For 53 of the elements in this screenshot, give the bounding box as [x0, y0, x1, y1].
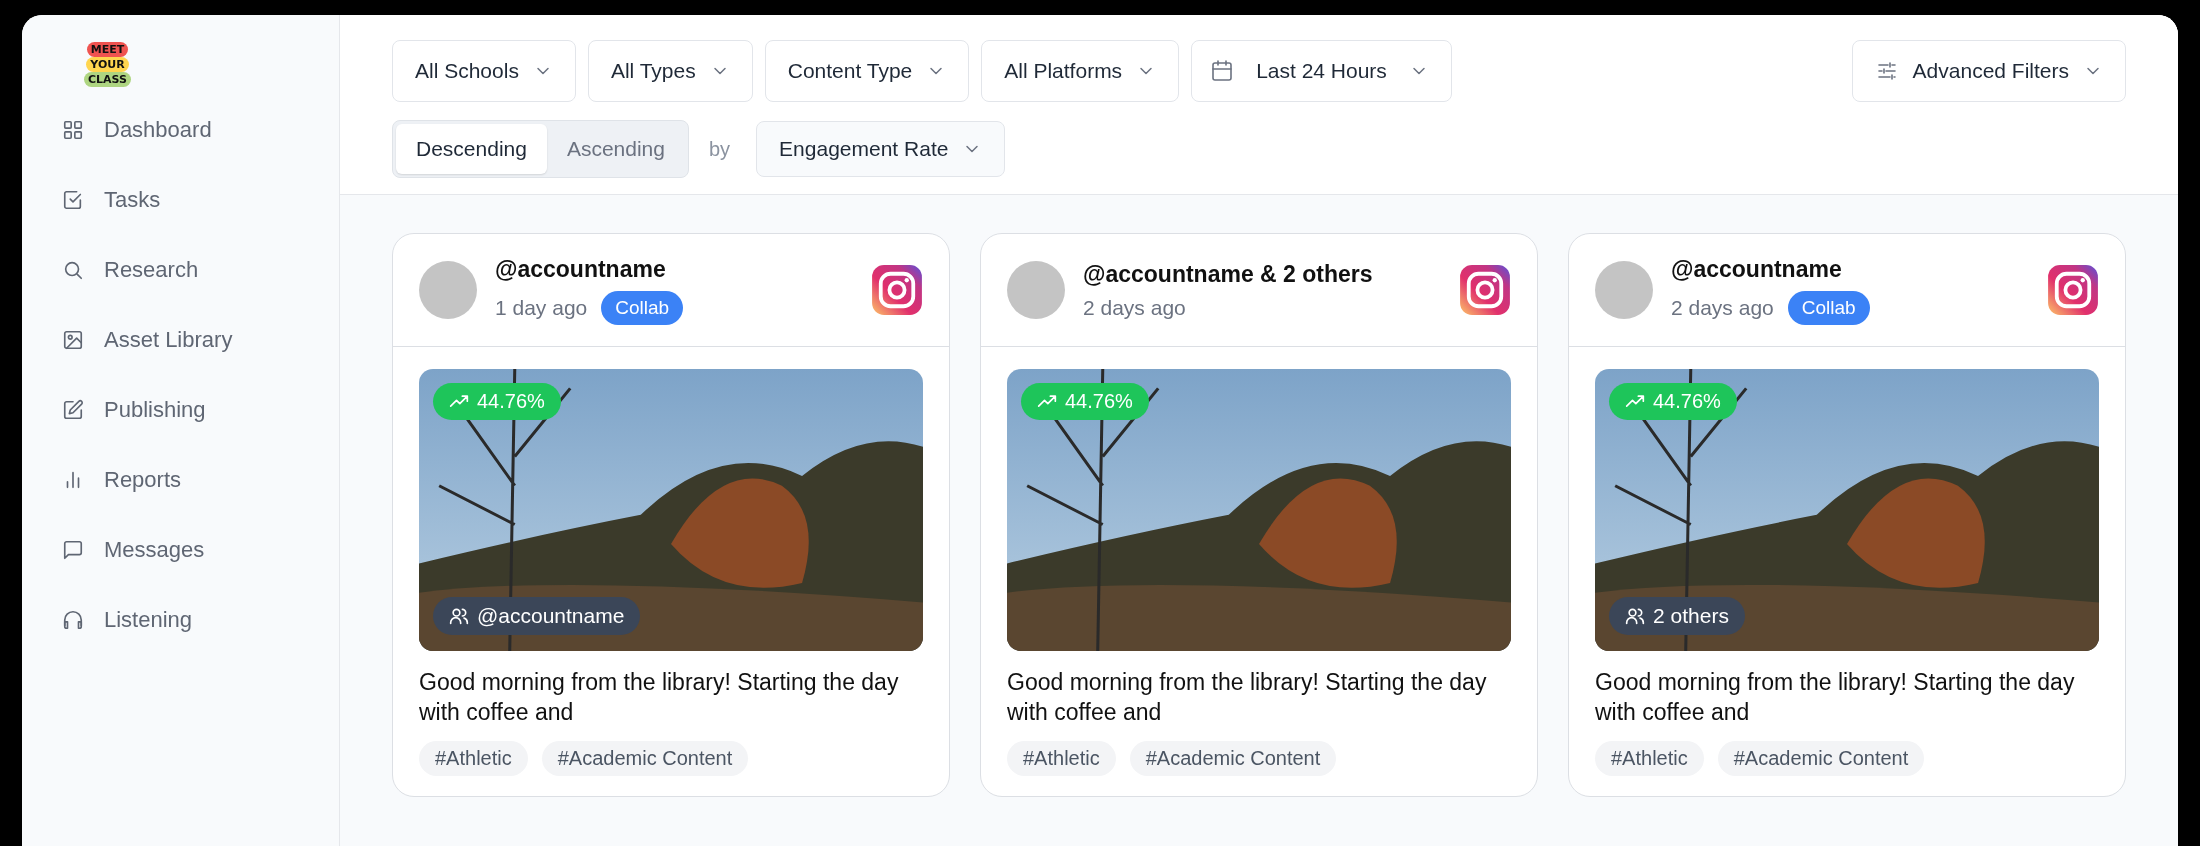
image-icon [62, 328, 84, 351]
advanced-filters-button[interactable]: Advanced Filters [1851, 40, 2126, 102]
post-caption: Good morning from the library! Starting the day with coffee and [1595, 668, 2076, 727]
sidebar-item[interactable]: Reports [62, 455, 339, 504]
filter-dropdown[interactable]: Content Type [764, 40, 970, 102]
account-name: @accountname & 2 others [1083, 260, 1374, 288]
post-time: 2 days ago [1083, 295, 1186, 320]
calendar-icon [1210, 59, 1235, 83]
grid-icon [62, 118, 84, 141]
sidebar-item[interactable]: Listening [62, 595, 339, 644]
post-caption: Good morning from the library! Starting the day with coffee and [1007, 668, 1488, 727]
camera-app-icon [2047, 264, 2099, 316]
sort-field-dropdown[interactable]: Engagement Rate [756, 121, 1006, 177]
message-icon [62, 538, 84, 561]
post-time: 2 days ago [1671, 295, 1774, 320]
users-icon [449, 606, 469, 626]
post-caption: Good morning from the library! Starting the day with coffee and [419, 668, 900, 727]
post-time: 1 day ago [495, 295, 588, 320]
filter-dropdown[interactable]: All Types [587, 40, 753, 102]
headphones-icon [62, 608, 84, 631]
sort-order-option[interactable]: Ascending [546, 124, 685, 174]
by-label: by [709, 137, 731, 161]
sidebar-item[interactable]: Messages [62, 525, 339, 574]
account-name: @accountname [495, 255, 667, 283]
hashtag-chip: #Athletic [1007, 741, 1116, 776]
sort-order-option[interactable]: Descending [396, 124, 547, 174]
users-icon [1625, 606, 1645, 626]
engagement-badge: 44.76% [1021, 383, 1149, 420]
sidebar-item[interactable]: Publishing [62, 385, 339, 434]
hashtag-chip: #Academic Content [1717, 741, 1925, 776]
sidebar-item[interactable]: Research [62, 245, 339, 294]
hashtag-chip: #Academic Content [541, 741, 749, 776]
sidebar-item[interactable]: Dashboard [62, 105, 339, 154]
edit-icon [62, 398, 84, 421]
collab-badge: Collab [1787, 290, 1870, 325]
tagged-accounts-badge: 2 others [1609, 597, 1745, 635]
hashtag-chip: #Academic Content [1129, 741, 1337, 776]
collab-badge: Collab [601, 290, 684, 325]
engagement-badge: 44.76% [433, 383, 561, 420]
engagement-badge: 44.76% [1609, 383, 1737, 420]
logo: MEET YOUR CLASS [84, 42, 131, 87]
filter-dropdown[interactable]: All Schools [392, 40, 576, 102]
sidebar-item[interactable]: Asset Library [62, 315, 339, 364]
account-name: @accountname [1671, 255, 1843, 283]
hashtag-chip: #Athletic [1595, 741, 1704, 776]
checkbox-icon [62, 188, 84, 211]
tagged-accounts-badge: @accountname [433, 597, 641, 635]
sidebar-item[interactable]: Tasks [62, 175, 339, 224]
camera-app-icon [871, 264, 923, 316]
camera-app-icon [1459, 264, 1511, 316]
hashtag-chip: #Athletic [419, 741, 528, 776]
filter-dropdown[interactable]: All Platforms [981, 40, 1180, 102]
filter-dropdown[interactable]: Last 24 Hours [1191, 40, 1452, 102]
